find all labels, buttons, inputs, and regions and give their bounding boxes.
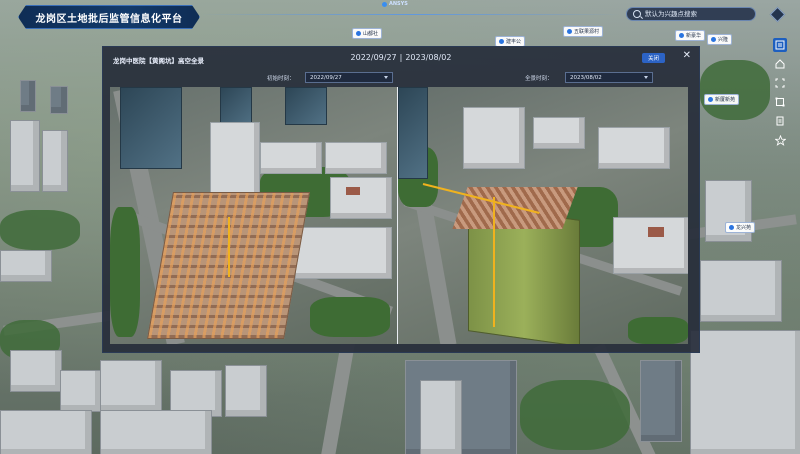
map-poi-marker[interactable]: 新豪华 (675, 30, 706, 41)
date-end: 2023/08/02 (405, 53, 452, 62)
close-button[interactable]: 关闭 (641, 53, 665, 63)
photo-crane (228, 217, 230, 277)
left-time-select[interactable]: 2022/09/27 (305, 72, 393, 83)
map-building (225, 365, 267, 417)
map-poi-marker[interactable]: 兴隆 (707, 34, 733, 45)
map-building (10, 120, 40, 192)
map-building (700, 260, 782, 322)
map-building (10, 350, 62, 392)
chevron-down-icon (644, 76, 648, 79)
photo-glass-tower (285, 87, 327, 125)
photo-red-roof (648, 227, 664, 237)
photo-greenery (110, 207, 140, 337)
left-time-label: 初始时刻： (267, 76, 295, 82)
map-building (60, 370, 102, 412)
photo-building (613, 217, 688, 274)
photo-glass-tower (120, 87, 182, 169)
document-icon[interactable] (773, 114, 787, 128)
aerial-photo-before[interactable] (110, 87, 397, 344)
map-building (0, 410, 92, 454)
map-pin-icon (708, 97, 713, 102)
date-start: 2022/09/27 (350, 53, 397, 62)
photo-building (295, 227, 392, 279)
right-toolbar (770, 38, 790, 147)
aerial-photo-after[interactable] (398, 87, 688, 344)
map-building (20, 80, 36, 112)
photo-building (463, 107, 525, 169)
map-pin-icon (499, 39, 504, 44)
map-building (420, 380, 462, 454)
map-poi-marker[interactable]: 山都社 (352, 28, 383, 39)
right-time-select[interactable]: 2023/08/02 (565, 72, 653, 83)
photo-crane (493, 197, 495, 327)
photo-building (325, 142, 387, 174)
app-title: 龙岗区土地批后监管信息化平台 (35, 13, 183, 25)
map-poi-marker[interactable]: 新厦新苑 (704, 94, 740, 105)
map-building (50, 86, 68, 114)
date-separator: | (399, 53, 403, 62)
map-pin-icon (679, 33, 684, 38)
photo-building (210, 122, 260, 199)
measure-icon[interactable] (773, 95, 787, 109)
right-time-label: 全景时刻： (525, 76, 553, 82)
map-pin-icon (711, 37, 716, 42)
map-pin-icon (356, 31, 361, 36)
compare-selector-row: 初始时刻： 2022/09/27 全景时刻： 2023/08/02 (103, 72, 699, 84)
photo-glass-tower (398, 87, 428, 179)
photo-red-roof (346, 187, 360, 195)
map-building (640, 360, 682, 442)
fullscreen-icon[interactable] (773, 76, 787, 90)
map-building (100, 410, 212, 454)
search-icon[interactable] (633, 10, 641, 18)
map-pin-icon (567, 29, 572, 34)
photo-greenery (628, 317, 688, 344)
map-pin-icon (729, 225, 734, 230)
photo-building (330, 177, 392, 219)
map-greenery (700, 60, 770, 120)
home-icon[interactable] (773, 57, 787, 71)
map-poi-marker[interactable]: 龙兴苑 (725, 222, 756, 233)
map-building (0, 250, 52, 282)
star-icon[interactable] (773, 133, 787, 147)
modal-date-range: 2022/09/27 | 2023/08/02 (103, 53, 699, 62)
map-building (690, 330, 800, 454)
layers-icon[interactable] (773, 38, 787, 52)
map-poi-marker[interactable]: 五联果源村 (563, 26, 604, 37)
photo-building (598, 127, 670, 169)
map-greenery (0, 210, 80, 250)
photo-greenery (310, 297, 390, 337)
brand-icon (382, 1, 387, 7)
search-input[interactable] (645, 10, 745, 18)
map-greenery (520, 380, 630, 450)
brand-logo: ANSYS (382, 1, 408, 7)
search-box[interactable] (626, 7, 756, 21)
photo-building (533, 117, 585, 149)
map-building (100, 360, 162, 412)
panorama-compare-modal: 龙岗中医院【黄阁坑】高空全景 2022/09/27 | 2023/08/02 关闭 … (102, 46, 700, 353)
header-divider (200, 14, 620, 15)
map-building (42, 130, 68, 192)
photo-building (260, 142, 322, 174)
chevron-down-icon (384, 76, 388, 79)
close-icon[interactable]: ✕ (683, 51, 691, 61)
app-title-bar: 龙岗区土地批后监管信息化平台 (18, 5, 200, 29)
